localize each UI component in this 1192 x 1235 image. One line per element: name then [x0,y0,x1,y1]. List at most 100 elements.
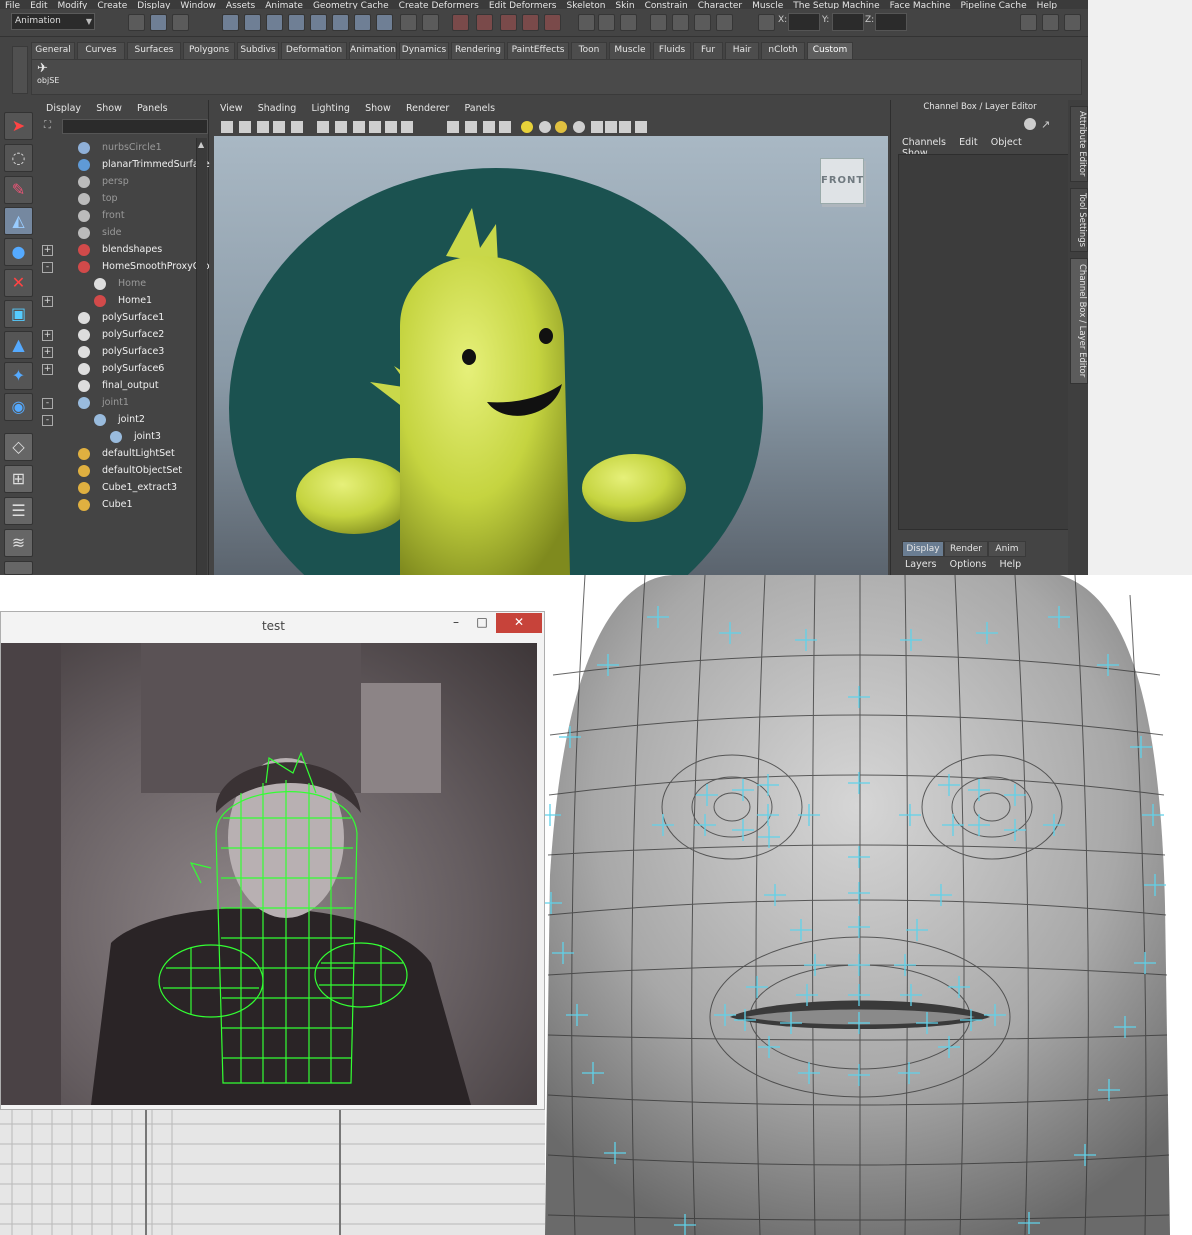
smooth-shade-icon[interactable] [464,120,478,134]
scale-tool-icon[interactable]: ✕ [4,269,33,297]
main-menu-item[interactable]: Modify [58,2,88,10]
tab-render[interactable]: Render [944,541,988,557]
main-menu-item[interactable]: Pipeline Cache [961,2,1027,10]
single-perspective-layout-icon[interactable]: ◇ [4,433,33,461]
snap-surface-icon[interactable] [310,14,327,31]
main-menu-item[interactable]: Edit Deformers [489,2,557,10]
main-menu-item[interactable]: The Setup Machine [793,2,879,10]
xray-joints-icon[interactable] [618,120,632,134]
outliner-item[interactable]: - joint2 [38,412,195,428]
viewport-menu-show[interactable]: Show [365,103,391,114]
display-toggle-icon[interactable] [1024,118,1036,130]
toggle-channelbox-icon[interactable] [1020,14,1037,31]
four-view-layout-icon[interactable]: ⊞ [4,465,33,493]
outliner-item[interactable]: joint3 [38,429,195,445]
display-tool-icon[interactable] [620,14,637,31]
filter-icon[interactable]: ⛶ [44,120,58,132]
main-menu-item[interactable]: Skin [615,2,634,10]
expand-icon[interactable]: + [42,364,53,375]
main-menu-item[interactable]: Geometry Cache [313,2,389,10]
side-tab-channel-box[interactable]: Channel Box / Layer Editor [1070,258,1088,384]
move-tool-icon[interactable]: ◭ [4,207,33,235]
film-gate-icon[interactable] [334,120,348,134]
layer-menu-help[interactable]: Help [999,559,1021,570]
shelf-menu-button[interactable] [12,46,28,94]
shadows-icon[interactable] [538,120,552,134]
main-menu-item[interactable]: Window [180,2,216,10]
outliner-menu-display[interactable]: Display [46,103,81,114]
safe-action-icon[interactable] [400,120,414,134]
head-mesh-viewport[interactable] [545,575,1192,1235]
render-globals-icon[interactable] [716,14,733,31]
rotate-tool-icon[interactable]: ● [4,238,33,266]
outliner-layout-icon[interactable]: ☰ [4,497,33,525]
display-attr-icon[interactable] [598,14,615,31]
collapse-icon[interactable]: - [42,415,53,426]
outliner-item[interactable]: polySurface1 [38,310,195,326]
outliner-item[interactable]: + polySurface3 [38,344,195,360]
render-frame-icon[interactable] [452,14,469,31]
outliner-item[interactable]: planarTrimmedSurface [38,157,210,173]
ipr-render-icon[interactable] [476,14,493,31]
outliner-item[interactable]: + Home1 [38,293,195,309]
view-cube[interactable]: FRONT [820,158,864,204]
coord-y-field[interactable] [832,13,864,31]
render-current-icon[interactable] [672,14,689,31]
outliner-search-input[interactable] [62,119,208,134]
grid-icon[interactable] [316,120,330,134]
viewport-menu-lighting[interactable]: Lighting [312,103,350,114]
main-menu-item[interactable]: Assets [226,2,255,10]
layer-menu-options[interactable]: Options [950,559,987,570]
main-menu-item[interactable]: Muscle [752,2,783,10]
main-menu-item[interactable]: Edit [30,2,47,10]
outliner-item[interactable]: defaultObjectSet [38,463,195,479]
main-menu-item[interactable]: Character [698,2,742,10]
hypershade-icon[interactable] [522,14,539,31]
outliner-item[interactable]: + blendshapes [38,242,195,258]
minimize-button[interactable]: – [443,613,469,633]
outliner-item[interactable]: Home [38,276,195,292]
channel-menu-object[interactable]: Object [991,137,1022,148]
render-settings-icon[interactable] [500,14,517,31]
coord-z-field[interactable] [875,13,907,31]
collapse-icon[interactable]: - [42,262,53,273]
render-view-icon[interactable] [650,14,667,31]
expand-icon[interactable]: + [42,245,53,256]
more-layouts-icon[interactable] [4,561,33,575]
outliner-item[interactable]: side [38,225,195,241]
tab-anim[interactable]: Anim [988,541,1026,557]
expand-icon[interactable]: + [42,296,53,307]
gate-mask-icon[interactable] [368,120,382,134]
snap-curve-icon[interactable] [244,14,261,31]
main-menu-item[interactable]: Face Machine [890,2,951,10]
main-menu-item[interactable]: Animate [265,2,303,10]
outliner-item[interactable]: - HomeSmoothProxyGro [38,259,210,275]
main-menu-item[interactable]: Display [137,2,170,10]
snap-plane-icon[interactable] [288,14,305,31]
main-menu-item[interactable]: Constrain [645,2,688,10]
magnet-icon[interactable] [544,14,561,31]
outliner-item[interactable]: + polySurface2 [38,327,195,343]
anti-alias-icon[interactable] [590,120,604,134]
snap-point-icon[interactable] [266,14,283,31]
maximize-button[interactable]: □ [469,613,495,633]
select-hierarchy-icon[interactable] [128,14,145,31]
outliner-menu-panels[interactable]: Panels [137,103,168,114]
toggle-tool-settings-icon[interactable] [1064,14,1081,31]
help-icon[interactable] [376,14,393,31]
universal-manip-icon[interactable]: ▣ [4,300,33,328]
side-tab-tool-settings[interactable]: Tool Settings [1070,188,1088,252]
input-ops-icon[interactable] [354,14,371,31]
outliner-menu-show[interactable]: Show [96,103,122,114]
snap-grid-icon[interactable] [222,14,239,31]
camera-attributes-icon[interactable] [220,120,234,134]
construction-history-icon[interactable] [422,14,439,31]
select-tool-icon[interactable]: ➤ [4,112,33,140]
scroll-up-icon[interactable]: ▲ [198,140,206,150]
shelf-button-objse[interactable]: ✈ objSE [37,62,63,90]
two-d-pan-icon[interactable] [272,120,286,134]
outliner-item[interactable]: top [38,191,195,207]
use-lights-icon[interactable] [520,120,534,134]
wireframe-icon[interactable] [446,120,460,134]
lasso-tool-icon[interactable]: ◌ [4,144,33,172]
